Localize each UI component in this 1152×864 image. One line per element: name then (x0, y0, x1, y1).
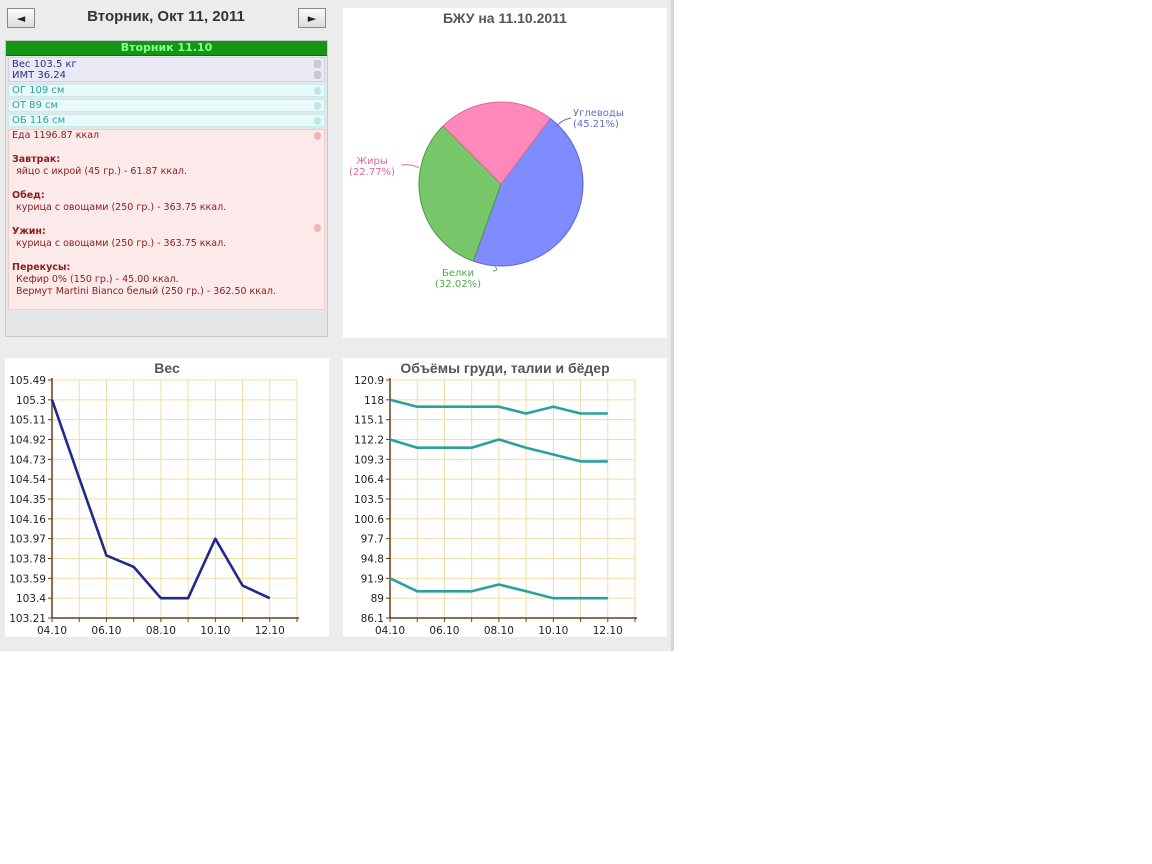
next-day-button[interactable]: ► (298, 8, 326, 28)
weight-line-chart: 105.49 105.3 105.11 104.92 104.73 104.54 104.3… (9, 375, 299, 637)
left-arrow-icon: ◄ (16, 12, 26, 25)
x-tick-label: 12.10 (255, 625, 285, 637)
x-tick-label: 06.10 (429, 625, 459, 637)
pie-label-percent: (45.21%) (573, 119, 619, 130)
y-tick-label: 104.92 (9, 435, 46, 447)
meal-item[interactable]: яйцо с икрой (45 гр.) - 61.87 ккал. (12, 166, 324, 178)
x-tick-label: 10.10 (538, 625, 568, 637)
date-title: Вторник, Окт 11, 2011 (87, 8, 245, 25)
tape-measure-icon[interactable] (314, 102, 321, 110)
apple-icon[interactable] (314, 132, 321, 140)
food-entry[interactable]: Еда 1196.87 ккал Завтрак: яйцо с икрой (… (8, 129, 325, 310)
meal-item[interactable]: курица с овощами (250 гр.) - 363.75 ккал… (12, 202, 324, 214)
day-summary-box: Вторник 11.10 Вес 103.5 кг ИМТ 36.24 ОГ … (5, 40, 328, 337)
y-tick-label: 97.7 (361, 534, 384, 546)
macros-pie-panel: БЖУ на 11.10.2011 Углеводы (45.21%) Белки(… (343, 8, 667, 338)
prev-day-button[interactable]: ◄ (7, 8, 35, 28)
y-tick-label: 103.4 (16, 593, 46, 605)
y-tick-label: 103.97 (9, 534, 46, 546)
y-tick-label: 104.54 (9, 474, 46, 486)
hips-entry[interactable]: ОБ 116 см (8, 114, 325, 127)
x-tick-label: 10.10 (200, 625, 230, 637)
y-tick-label: 100.6 (354, 514, 384, 526)
y-tick-label: 89 (371, 593, 384, 605)
weight-entry[interactable]: Вес 103.5 кг ИМТ 36.24 (8, 57, 325, 82)
waist-value: ОТ 89 см (12, 100, 59, 111)
y-tick-label: 103.5 (354, 494, 384, 506)
y-tick-label: 118 (364, 395, 384, 407)
pie-label-percent: (32.02%) (435, 279, 481, 290)
x-tick-label: 04.10 (37, 625, 67, 637)
pie-label-name: Жиры (356, 156, 388, 167)
edit-weight-icon[interactable] (314, 60, 321, 68)
pie-leader-line (492, 265, 498, 272)
x-tick-label: 04.10 (375, 625, 405, 637)
chest-entry[interactable]: ОГ 109 см (8, 84, 325, 97)
pie-label-percent: (22.77%) (349, 167, 395, 178)
y-tick-label: 103.59 (9, 573, 46, 585)
y-tick-label: 86.1 (361, 613, 384, 625)
chest-value: ОГ 109 см (12, 85, 65, 96)
tape-measure-icon[interactable] (314, 117, 321, 125)
y-tick-label: 112.2 (354, 435, 384, 447)
food-total: Еда 1196.87 ккал (12, 130, 100, 141)
y-tick-label: 105.3 (16, 395, 46, 407)
pie-label-name: Углеводы (573, 108, 624, 119)
pie-label-name: Белки (442, 268, 474, 279)
waist-entry[interactable]: ОТ 89 см (8, 99, 325, 112)
bmi-value: ИМТ 36.24 (12, 70, 67, 81)
edit-bmi-icon[interactable] (314, 71, 321, 79)
y-tick-label: 105.11 (9, 415, 46, 427)
y-tick-label: 105.49 (9, 375, 46, 387)
y-tick-label: 104.16 (9, 514, 46, 526)
y-tick-label: 91.9 (361, 573, 384, 585)
macros-pie-chart: Углеводы(45.21%) Белки(32.02%) Жиры(22.77%… (349, 101, 624, 290)
x-tick-label: 08.10 (146, 625, 176, 637)
weight-chart-panel: Вес 105.49 105.3 105.11 104.92 104.73 104.54 1… (5, 358, 329, 637)
meal-item[interactable]: Кефир 0% (150 гр.) - 45.00 ккал. (12, 274, 324, 286)
tape-measure-icon[interactable] (314, 87, 321, 95)
y-tick-label: 103.21 (9, 613, 46, 625)
meal-item[interactable]: курица с овощами (250 гр.) - 363.75 ккал… (12, 238, 324, 250)
weight-value: Вес 103.5 кг (12, 59, 77, 70)
y-tick-label: 120.9 (354, 375, 384, 387)
measurements-chart-panel: Объёмы груди, талии и бёдер 120.9 118 115.… (343, 358, 667, 637)
window-edge (671, 0, 674, 651)
x-tick-label: 12.10 (593, 625, 623, 637)
y-tick-label: 104.35 (9, 494, 46, 506)
meal-title-snacks: Перекусы: (12, 262, 71, 273)
measurements-line-chart: 120.9 118 115.1 112.2 109.3 106.4 103.5 100.6 97… (354, 375, 637, 637)
meal-item[interactable]: Вермут Martini Bianco белый (250 гр.) - … (12, 286, 324, 298)
pie-leader-line (400, 164, 420, 169)
x-tick-label: 06.10 (91, 625, 121, 637)
x-tick-label: 08.10 (484, 625, 514, 637)
y-tick-label: 115.1 (354, 415, 384, 427)
y-tick-label: 94.8 (361, 554, 384, 566)
meal-title-lunch: Обед: (12, 190, 45, 201)
y-tick-label: 109.3 (354, 454, 384, 466)
meal-title-breakfast: Завтрак: (12, 154, 61, 165)
y-tick-label: 103.78 (9, 554, 46, 566)
y-tick-label: 104.73 (9, 454, 46, 466)
hips-value: ОБ 116 см (12, 115, 66, 126)
y-tick-label: 106.4 (354, 474, 384, 486)
day-header: Вторник 11.10 (6, 41, 327, 56)
right-arrow-icon: ► (307, 12, 317, 25)
meal-title-dinner: Ужин: (12, 226, 46, 237)
apple-icon[interactable] (314, 224, 321, 232)
